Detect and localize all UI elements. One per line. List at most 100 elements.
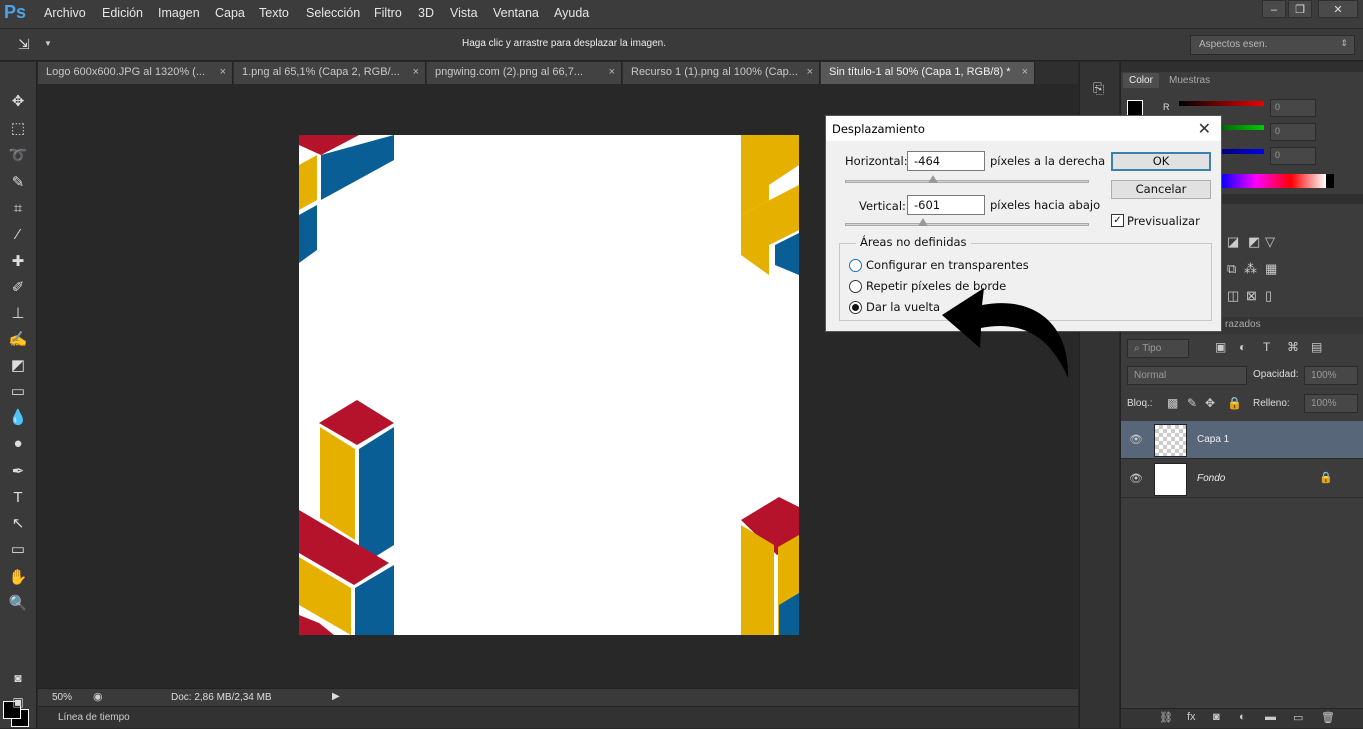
filter-adjustment-icon[interactable]: ◐ <box>1239 340 1246 354</box>
link-layers-icon[interactable]: ⛓ <box>1159 711 1173 724</box>
layer-row-fondo[interactable]: 👁 Fondo 🔒 <box>1121 460 1363 498</box>
menu-texto[interactable]: Texto <box>259 6 289 20</box>
gradient-tool-icon[interactable]: ▭ <box>7 382 29 402</box>
brush-tool-icon[interactable]: ✐ <box>7 278 29 298</box>
red-value[interactable]: 0 <box>1270 99 1316 117</box>
red-slider[interactable] <box>1179 101 1264 106</box>
lasso-tool-icon[interactable]: ➰ <box>7 146 29 166</box>
color-spectrum[interactable] <box>1221 174 1326 188</box>
menu-3d[interactable]: 3D <box>418 6 434 20</box>
menu-capa[interactable]: Capa <box>215 6 245 20</box>
close-icon[interactable]: × <box>220 66 226 78</box>
tab-logo[interactable]: Logo 600x600.JPG al 1320% (... × <box>38 62 233 84</box>
preview-checkbox[interactable]: ✓ <box>1111 214 1124 227</box>
timeline-label[interactable]: Línea de tiempo <box>58 712 130 723</box>
lock-paint-icon[interactable]: ✎ <box>1187 396 1197 410</box>
lock-transparency-icon[interactable]: ▩ <box>1167 396 1178 410</box>
trash-icon[interactable]: 🗑 <box>1321 711 1335 724</box>
opacity-input[interactable]: 100% <box>1304 366 1358 385</box>
type-tool-icon[interactable]: T <box>7 488 29 508</box>
menu-imagen[interactable]: Imagen <box>158 6 200 20</box>
radio-transparent[interactable] <box>849 259 862 272</box>
close-window-button[interactable]: ✕ <box>1318 0 1358 18</box>
slider-thumb[interactable] <box>928 175 938 183</box>
menu-filtro[interactable]: Filtro <box>374 6 402 20</box>
vertical-input[interactable]: -601 <box>907 195 985 215</box>
quick-mask-icon[interactable]: ◙ <box>7 668 29 688</box>
filter-smart-icon[interactable]: ▤ <box>1311 340 1322 354</box>
radio-repeat-edge[interactable] <box>849 280 862 293</box>
dialog-titlebar[interactable]: Desplazamiento ✕ <box>826 116 1221 141</box>
quick-select-tool-icon[interactable]: ✎ <box>7 173 29 193</box>
marquee-tool-icon[interactable]: ⬚ <box>7 119 29 139</box>
option-wrap-label[interactable]: Dar la vuelta <box>866 300 940 314</box>
close-icon[interactable]: × <box>413 66 419 78</box>
gradient-map-icon[interactable]: ▽ <box>1265 234 1275 250</box>
visibility-eye-icon[interactable]: 👁 <box>1129 433 1143 446</box>
add-mask-icon[interactable]: ◙ <box>1213 711 1220 723</box>
preview-label[interactable]: Previsualizar <box>1127 214 1200 228</box>
eyedropper-tool-icon[interactable]: ⁄ <box>7 225 29 245</box>
layer-filter-select[interactable]: ⌕ Tipo <box>1127 339 1189 358</box>
close-icon[interactable]: × <box>609 66 615 78</box>
close-icon[interactable]: × <box>1022 66 1028 78</box>
levels-adjustment-icon[interactable]: ◪ <box>1227 234 1239 250</box>
horizontal-input[interactable]: -464 <box>907 151 985 171</box>
history-panel-icon[interactable]: ⎘ <box>1093 80 1104 97</box>
tab-recurso[interactable]: Recurso 1 (1).png al 100% (Cap... × <box>623 62 820 84</box>
group-folder-icon[interactable]: ▬ <box>1265 711 1276 723</box>
green-value[interactable]: 0 <box>1270 123 1316 141</box>
path-selection-tool-icon[interactable]: ↖ <box>7 514 29 534</box>
minimize-button[interactable]: – <box>1262 0 1286 18</box>
chevron-down-icon[interactable]: ▼ <box>44 39 52 48</box>
clone-stamp-tool-icon[interactable]: ⊥ <box>7 304 29 324</box>
close-icon[interactable]: ✕ <box>1198 119 1211 138</box>
cancel-button[interactable]: Cancelar <box>1111 180 1211 199</box>
foreground-color-swatch[interactable] <box>1127 100 1143 116</box>
zoom-level[interactable]: 50% <box>52 692 72 703</box>
zoom-tool-icon[interactable]: 🔍 <box>7 594 29 614</box>
lock-all-icon[interactable]: 🔒 <box>1227 396 1242 410</box>
screen-mode-icon[interactable]: ▣ <box>7 692 29 712</box>
status-icon[interactable]: ◉ <box>93 690 103 703</box>
history-brush-tool-icon[interactable]: ✍ <box>7 330 29 350</box>
menu-ventana[interactable]: Ventana <box>493 6 539 20</box>
workspace-select[interactable]: Aspectos esen. ⇕ <box>1190 35 1355 55</box>
tab-1png[interactable]: 1.png al 65,1% (Capa 2, RGB/... × <box>234 62 426 84</box>
fx-icon[interactable]: fx <box>1187 711 1196 723</box>
tab-pngwing[interactable]: pngwing.com (2).png al 66,7... × <box>427 62 622 84</box>
layer-name[interactable]: Capa 1 <box>1197 434 1229 445</box>
menu-edicion[interactable]: Edición <box>102 6 143 20</box>
move-tool-icon[interactable]: ✥ <box>7 92 29 112</box>
eraser-tool-icon[interactable]: ◩ <box>7 356 29 376</box>
layer-row-capa-1[interactable]: 👁 Capa 1 <box>1121 421 1363 459</box>
menu-archivo[interactable]: Archivo <box>44 6 86 20</box>
color-lookup-icon[interactable]: ▦ <box>1265 261 1277 277</box>
restore-button[interactable]: ❐ <box>1288 0 1312 18</box>
tab-sin-titulo[interactable]: Sin título-1 al 50% (Capa 1, RGB/8) * × <box>821 62 1035 84</box>
blend-mode-select[interactable]: Normal <box>1127 366 1247 385</box>
menu-seleccion[interactable]: Selección <box>306 6 360 20</box>
tab-color[interactable]: Color <box>1123 73 1159 88</box>
selective-color-icon[interactable]: ▯ <box>1265 288 1272 304</box>
lock-position-icon[interactable]: ✥ <box>1205 396 1215 410</box>
tab-trazados[interactable]: razados <box>1225 319 1261 330</box>
pen-tool-icon[interactable]: ✒ <box>7 462 29 482</box>
fill-input[interactable]: 100% <box>1304 394 1358 413</box>
channel-mixer-icon[interactable]: ⁂ <box>1244 261 1257 277</box>
blue-value[interactable]: 0 <box>1270 147 1316 165</box>
ok-button[interactable]: OK <box>1111 152 1211 171</box>
healing-brush-tool-icon[interactable]: ✚ <box>7 252 29 272</box>
layer-name[interactable]: Fondo <box>1197 473 1225 484</box>
hand-tool-icon[interactable]: ✋ <box>7 568 29 588</box>
status-menu-arrow-icon[interactable]: ▶ <box>332 691 340 702</box>
horizontal-slider[interactable] <box>845 175 1089 183</box>
filter-pixel-icon[interactable]: ▣ <box>1215 340 1226 354</box>
menu-vista[interactable]: Vista <box>450 6 478 20</box>
adjustment-layer-icon[interactable]: ◐ <box>1239 711 1246 723</box>
radio-wrap-around[interactable] <box>849 301 862 314</box>
menu-ayuda[interactable]: Ayuda <box>554 6 589 20</box>
vertical-slider[interactable] <box>845 218 1089 226</box>
slider-thumb[interactable] <box>918 218 928 226</box>
posterize-icon[interactable]: ◫ <box>1227 288 1239 304</box>
